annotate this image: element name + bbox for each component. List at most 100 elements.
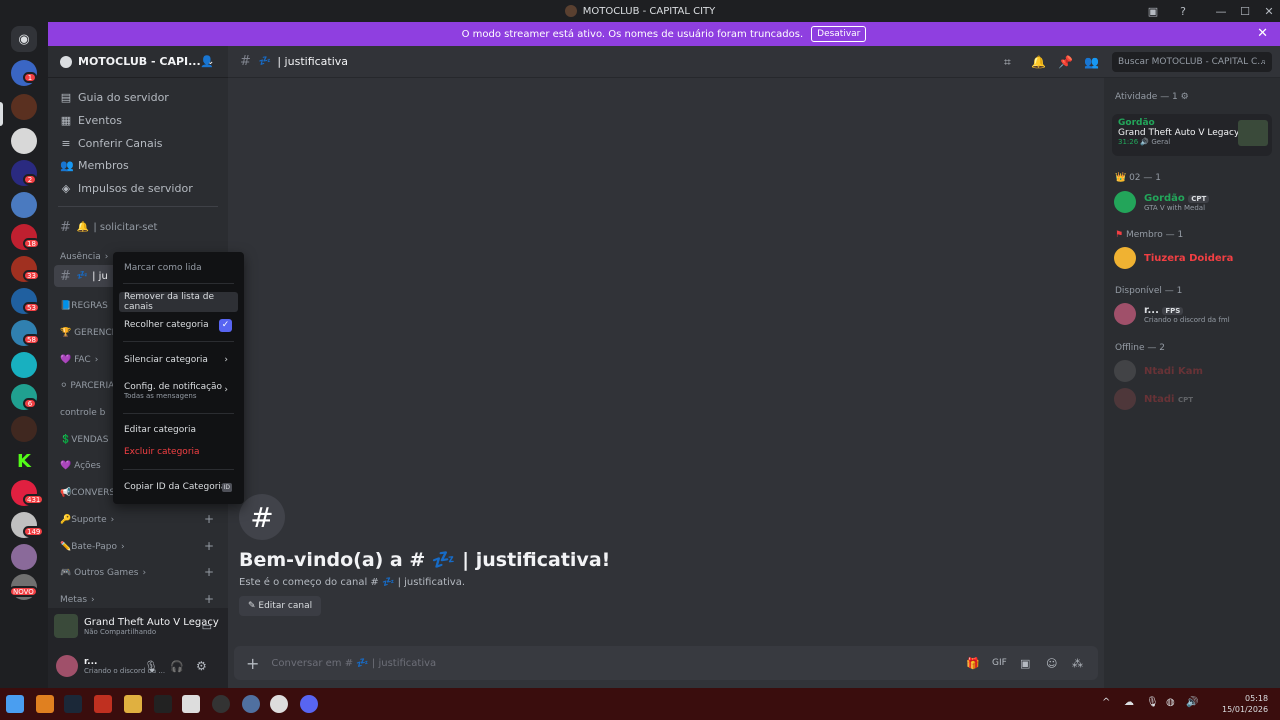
category-gerenci[interactable]: 🏆 GERENCI	[60, 325, 114, 341]
member-r[interactable]: r... FPS Criando o discord da fml	[1114, 300, 1230, 328]
game-icon	[54, 614, 78, 638]
network-icon[interactable]: ◍	[1166, 697, 1175, 708]
checkbox-checked-icon[interactable]: ✓	[219, 318, 232, 332]
server-icon[interactable]	[11, 352, 37, 378]
epic-games-icon[interactable]	[154, 695, 172, 713]
clock[interactable]: 05:18 15/01/2026	[1222, 693, 1268, 715]
server-header[interactable]: MOTOCLUB - CAPI... ⌄ 👤	[48, 46, 228, 78]
start-menu-icon[interactable]	[6, 695, 24, 713]
activity-header: Atividade — 1 ⚙	[1115, 92, 1189, 102]
add-attachment-icon[interactable]: +	[246, 654, 259, 673]
steam-icon[interactable]	[64, 695, 82, 713]
gear-icon[interactable]: ⚙	[196, 659, 207, 673]
file-explorer-icon[interactable]	[124, 695, 142, 713]
menu-copy-category-id[interactable]: Copiar ID da Categoria ID	[119, 477, 238, 497]
nav-members[interactable]: 👥 Membros	[60, 155, 129, 175]
avatar[interactable]	[56, 655, 78, 677]
add-channel-icon[interactable]: +	[204, 592, 214, 606]
server-icon[interactable]	[11, 128, 37, 154]
discord-taskbar-icon[interactable]	[300, 695, 318, 713]
close-icon[interactable]: ✕	[1257, 26, 1268, 41]
menu-mark-read[interactable]: Marcar como lida	[119, 258, 238, 278]
server-icon[interactable]	[11, 416, 37, 442]
member-offline-1[interactable]: Ntadi Kam	[1114, 357, 1203, 385]
app-icon[interactable]	[270, 695, 288, 713]
minimize-button[interactable]: —	[1208, 0, 1234, 22]
member-tiuzera[interactable]: Tiuzera Doidera	[1114, 244, 1233, 272]
hash-icon: #	[239, 494, 285, 540]
calendar-icon: ▦	[60, 113, 72, 127]
channel-solicitar-set[interactable]: # 🔔 | solicitar-set	[54, 216, 222, 238]
pin-icon[interactable]: 📌	[1058, 55, 1073, 69]
category-bate-papo[interactable]: ✏️Bate-Papo ›	[60, 539, 125, 555]
category-fac[interactable]: 💜 FAC ›	[60, 352, 98, 368]
menu-collapse-category[interactable]: Recolher categoria ✓	[119, 315, 238, 335]
category-outros-games[interactable]: 🎮 Outros Games ›	[60, 565, 146, 581]
chevron-up-icon[interactable]: ^	[1102, 697, 1110, 708]
microphone-icon[interactable]: 🎙	[144, 660, 158, 673]
menu-delete-category[interactable]: Excluir categoria	[119, 442, 238, 462]
nav-events[interactable]: ▦ Eventos	[60, 110, 122, 130]
server-icon[interactable]	[11, 544, 37, 570]
disable-streamer-button[interactable]: Desativar	[811, 26, 867, 42]
category-metas[interactable]: Metas ›	[60, 592, 95, 608]
app-icon[interactable]	[36, 695, 54, 713]
server-icon[interactable]	[11, 192, 37, 218]
kick-server-icon[interactable]: K	[11, 448, 37, 474]
gif-icon[interactable]: GIF	[992, 658, 1007, 668]
search-input[interactable]: Buscar MOTOCLUB - CAPITAL C... ⌕	[1112, 52, 1272, 72]
category-convers[interactable]: 📢CONVERS	[60, 485, 115, 501]
channel-title: | justificativa	[277, 55, 349, 68]
menu-mute-category[interactable]: Silenciar categoria ›	[119, 350, 238, 370]
gift-icon[interactable]: 🎁	[966, 657, 980, 670]
inbox-icon[interactable]: ▣	[1140, 0, 1166, 22]
volume-icon[interactable]: 🔊	[1186, 697, 1198, 708]
add-channel-icon[interactable]: +	[204, 565, 214, 579]
menu-remove-from-list[interactable]: Remover da lista de canais	[119, 292, 238, 312]
nav-server-boosts[interactable]: ◈ Impulsos de servidor	[60, 178, 193, 198]
edit-channel-button[interactable]: ✎ Editar canal	[239, 596, 322, 616]
member-offline-2[interactable]: Ntadi CPT	[1114, 385, 1193, 413]
welcome-subtitle: Este é o começo do canal # 💤 | justifica…	[239, 577, 466, 588]
hash-icon: #	[60, 219, 71, 235]
category-suporte[interactable]: 🔑Suporte ›	[60, 512, 114, 528]
nav-browse-channels[interactable]: ≡ Conferir Canais	[60, 133, 162, 153]
member-gordao[interactable]: Gordão CPT GTA V with Medal	[1114, 188, 1210, 216]
microphone-icon[interactable]: 🎙	[1146, 697, 1159, 708]
brave-icon[interactable]	[94, 695, 112, 713]
add-channel-icon[interactable]: +	[204, 512, 214, 526]
screen-share-icon[interactable]: ▭	[202, 620, 212, 633]
category-ausencia[interactable]: Ausência ›	[60, 249, 108, 265]
invite-people-icon[interactable]: 👤	[200, 55, 214, 68]
store-icon[interactable]	[182, 695, 200, 713]
apps-icon[interactable]: ⁂	[1072, 657, 1083, 670]
server-icon[interactable]	[11, 94, 37, 120]
discord-home-icon[interactable]: ◉	[11, 26, 37, 52]
category-vendas[interactable]: 💲VENDAS	[60, 432, 108, 448]
app-icon[interactable]	[212, 695, 230, 713]
maximize-button[interactable]: ☐	[1232, 0, 1258, 22]
menu-edit-category[interactable]: Editar categoria	[119, 420, 238, 440]
menu-notification-settings[interactable]: Config. de notificação Todas as mensagen…	[119, 377, 238, 405]
add-channel-icon[interactable]: +	[204, 539, 214, 553]
activity-card[interactable]: Gordão Grand Theft Auto V Legacy 31:26 🔊…	[1112, 114, 1272, 156]
cloud-icon[interactable]: ☁	[1124, 697, 1134, 708]
category-acoes[interactable]: 💜 Ações	[60, 458, 101, 474]
chevron-right-icon: ›	[224, 355, 228, 365]
threads-icon[interactable]: ⌗	[1004, 55, 1011, 70]
category-controle[interactable]: controle b	[60, 405, 105, 421]
settings-icon[interactable]	[242, 695, 260, 713]
message-input[interactable]: + Conversar em # 💤 | justificativa 🎁 GIF…	[234, 646, 1098, 680]
divider	[58, 206, 218, 207]
emoji-icon[interactable]: ☺	[1046, 657, 1057, 670]
category-regras[interactable]: 📘REGRAS	[60, 298, 108, 314]
sticker-icon[interactable]: ▣	[1020, 657, 1030, 670]
close-window-button[interactable]: ✕	[1256, 0, 1280, 22]
nav-server-guide[interactable]: ▤ Guia do servidor	[60, 87, 169, 107]
help-icon[interactable]: ?	[1170, 0, 1196, 22]
category-parceria[interactable]: ⚪ PARCERIA	[60, 378, 114, 394]
headphones-icon[interactable]: 🎧	[170, 660, 184, 673]
member-list-icon[interactable]: 👥	[1084, 55, 1099, 69]
bell-icon[interactable]: 🔔	[1031, 55, 1046, 69]
window-titlebar: MOTOCLUB - CAPITAL CITY ▣ ? — ☐ ✕	[0, 0, 1280, 22]
